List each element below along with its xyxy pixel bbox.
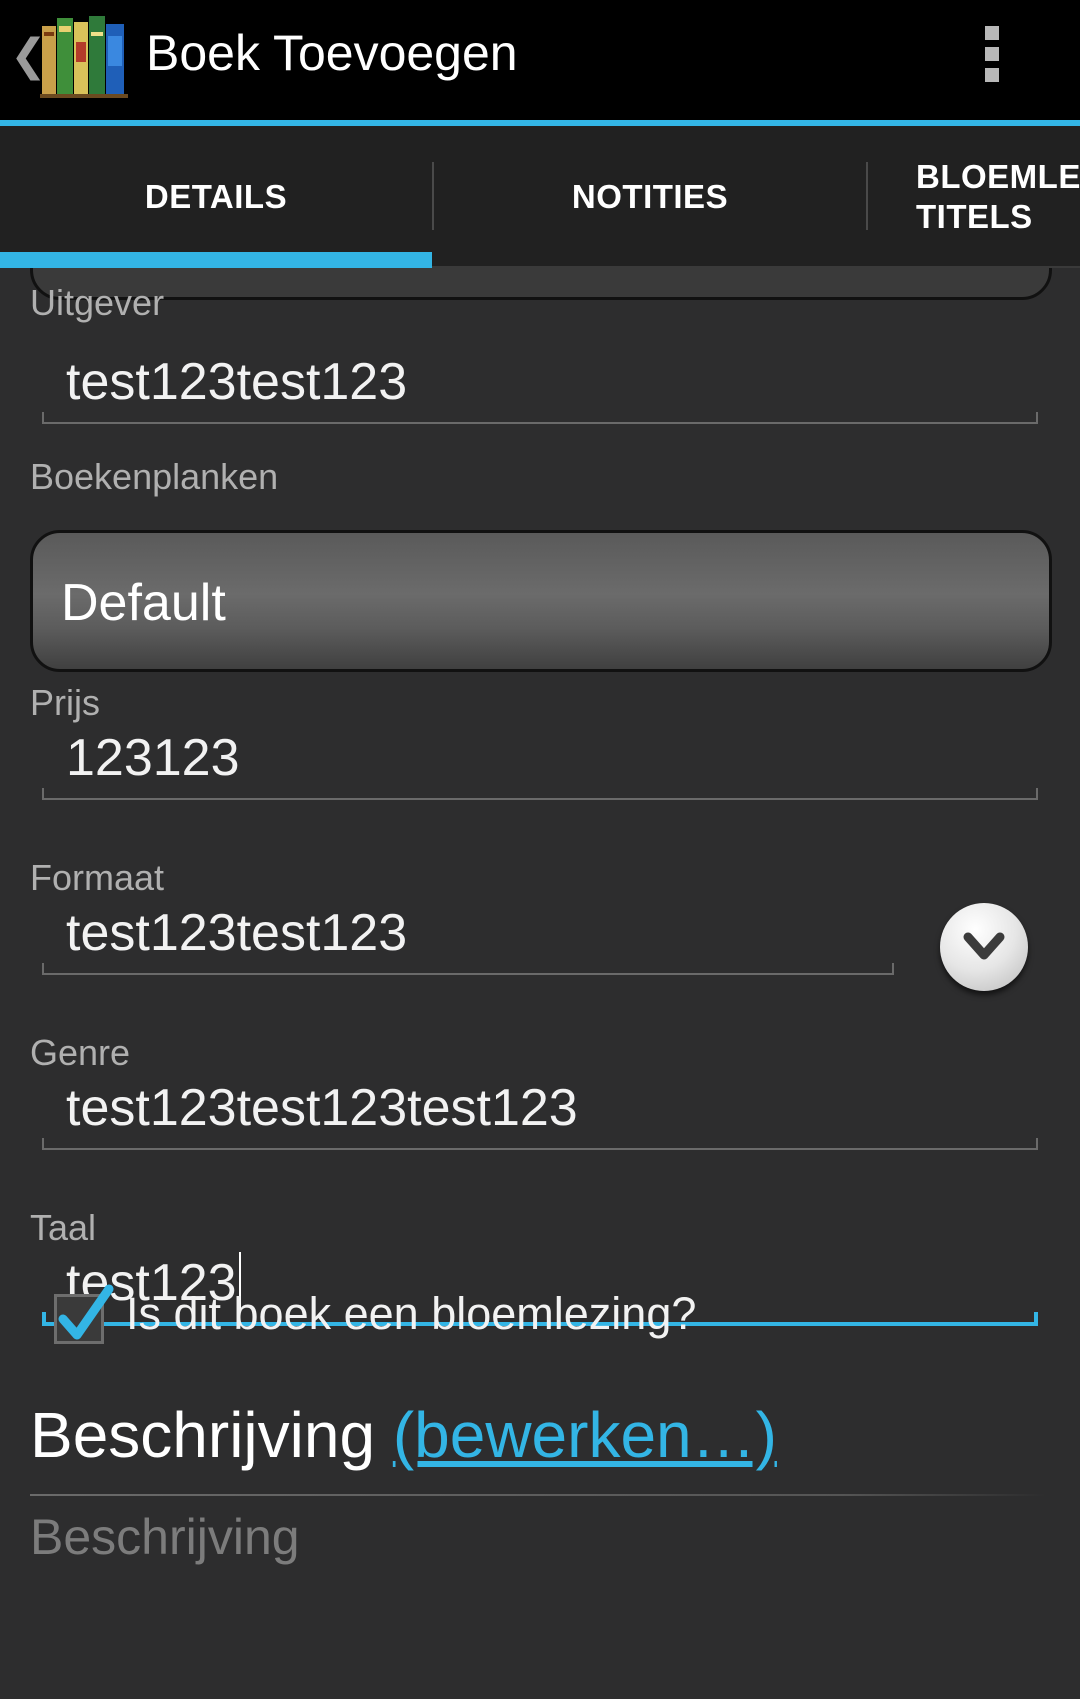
anthology-checkbox-label: Is dit boek een bloemlezing?	[126, 1288, 697, 1339]
publisher-value: test123test123	[66, 353, 408, 411]
genre-label: Genre	[30, 1032, 131, 1073]
screen-title: Boek Toevoegen	[146, 25, 518, 81]
genre-value: test123test123test123	[66, 1079, 578, 1137]
format-value: test123test123	[66, 904, 408, 962]
description-title: Beschrijving	[30, 1399, 376, 1471]
bookshelves-label: Boekenplanken	[30, 456, 279, 497]
price-field[interactable]: 123123	[42, 720, 1038, 800]
price-value: 123123	[66, 729, 240, 787]
books-logo-icon[interactable]	[40, 12, 128, 100]
description-heading: Beschrijving (bewerken…)	[30, 1398, 777, 1472]
tab-bar: DETAILS NOTITIES BLOEMLEZ TITELS	[0, 126, 1080, 268]
action-bar: ❮ Boek Toevoegen	[0, 0, 1080, 120]
publisher-label: Uitgever	[30, 282, 165, 323]
format-field[interactable]: test123test123	[42, 895, 894, 975]
price-label: Prijs	[30, 682, 100, 723]
format-dropdown-button[interactable]	[940, 903, 1028, 991]
format-label: Formaat	[30, 857, 165, 898]
bookshelves-value: Default	[61, 574, 226, 632]
chevron-down-icon	[963, 932, 1005, 960]
anthology-checkbox[interactable]	[54, 1284, 114, 1344]
bookshelves-spinner[interactable]: Default	[30, 530, 1052, 672]
tab-notes[interactable]: NOTITIES	[434, 126, 866, 268]
tab-anthology-titles[interactable]: BLOEMLEZ TITELS	[916, 126, 1080, 268]
tab-divider	[866, 162, 868, 230]
description-divider	[30, 1494, 1046, 1496]
description-edit-link[interactable]: (bewerken…)	[393, 1399, 777, 1471]
tab-details[interactable]: DETAILS	[0, 126, 432, 268]
language-label: Taal	[30, 1207, 97, 1248]
description-placeholder: Beschrijving	[30, 1509, 300, 1565]
genre-field[interactable]: test123test123test123	[42, 1070, 1038, 1150]
overflow-menu-icon[interactable]	[985, 26, 1005, 86]
details-form: Uitgever test123test123 Boekenplanken De…	[0, 268, 1080, 1699]
selected-tab-indicator	[0, 252, 432, 268]
checkmark-icon	[58, 1284, 114, 1340]
tab-anthology-titles-label: BLOEMLEZ TITELS	[916, 158, 1080, 235]
publisher-field[interactable]: test123test123	[42, 344, 1038, 424]
previous-field-edge	[30, 268, 1052, 300]
anthology-checkbox-row[interactable]: Is dit boek een bloemlezing?	[54, 1284, 954, 1346]
